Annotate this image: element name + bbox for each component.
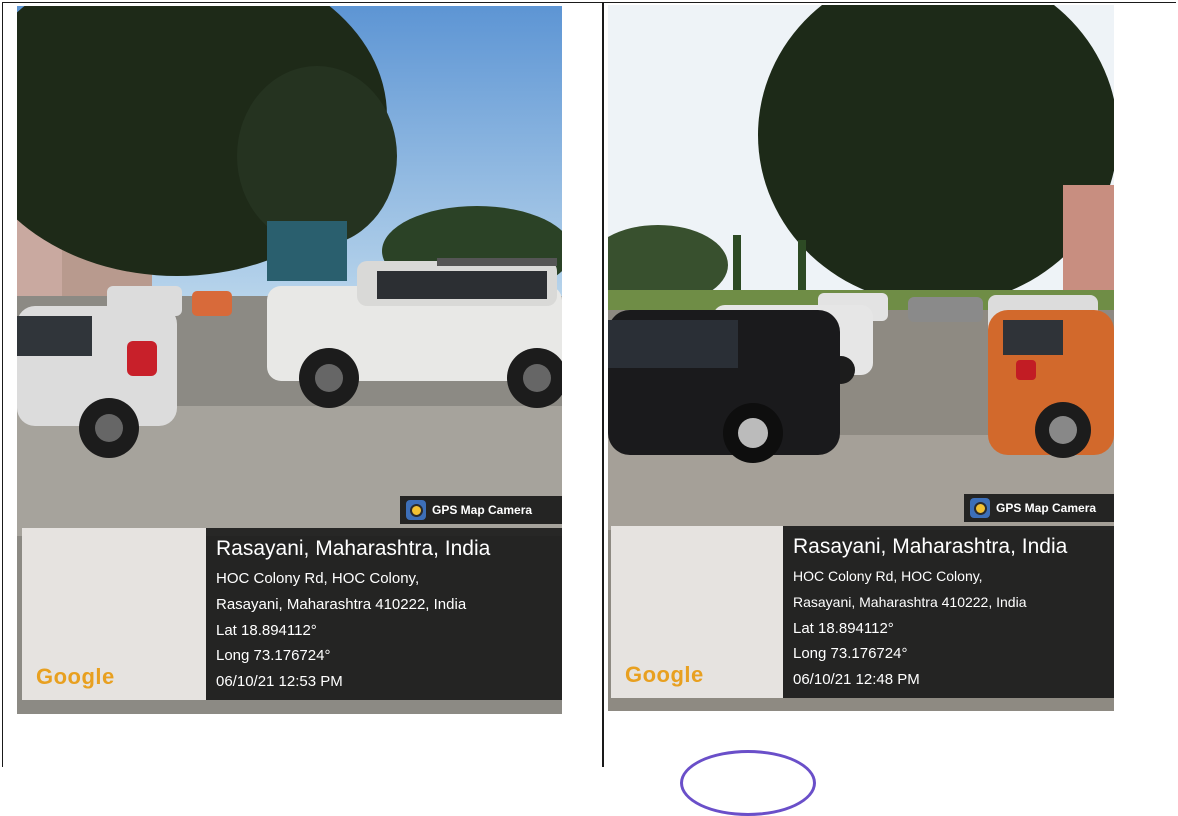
datetime: 06/10/21 12:53 PM <box>216 673 343 690</box>
latitude: Lat 18.894112° <box>216 622 317 639</box>
gps-map-camera-badge: GPS Map Camera <box>400 496 562 524</box>
table-top-border <box>2 2 1176 3</box>
gps-map-camera-icon <box>970 498 990 518</box>
longitude: Long 73.176724° <box>216 647 331 664</box>
datetime: 06/10/21 12:48 PM <box>793 671 920 688</box>
google-logo: Google <box>625 662 704 687</box>
address-line-2: Rasayani, Maharashtra 410222, India <box>793 594 1027 610</box>
location-title: Rasayani, Maharashtra, India <box>793 535 1068 558</box>
longitude: Long 73.176724° <box>793 645 908 662</box>
address-line-1: HOC Colony Rd, HOC Colony, <box>216 570 420 587</box>
table-left-border <box>2 2 3 767</box>
address-line-2: Rasayani, Maharashtra 410222, India <box>216 596 467 613</box>
address-line-1: HOC Colony Rd, HOC Colony, <box>793 568 983 584</box>
google-logo: Google <box>36 664 115 689</box>
map-thumbnail: Google <box>22 528 206 700</box>
badge-label: GPS Map Camera <box>996 501 1097 515</box>
ink-stamp <box>680 750 816 816</box>
gps-map-camera-badge: GPS Map Camera <box>964 494 1114 522</box>
table-center-divider <box>602 2 604 767</box>
gps-map-camera-icon <box>406 500 426 520</box>
location-info-panel: Rasayani, Maharashtra, India HOC Colony … <box>206 528 562 700</box>
badge-label: GPS Map Camera <box>432 503 533 517</box>
location-title: Rasayani, Maharashtra, India <box>216 537 491 560</box>
location-info-panel: Rasayani, Maharashtra, India HOC Colony … <box>783 526 1114 698</box>
latitude: Lat 18.894112° <box>793 620 894 637</box>
map-thumbnail: Google <box>611 526 783 698</box>
